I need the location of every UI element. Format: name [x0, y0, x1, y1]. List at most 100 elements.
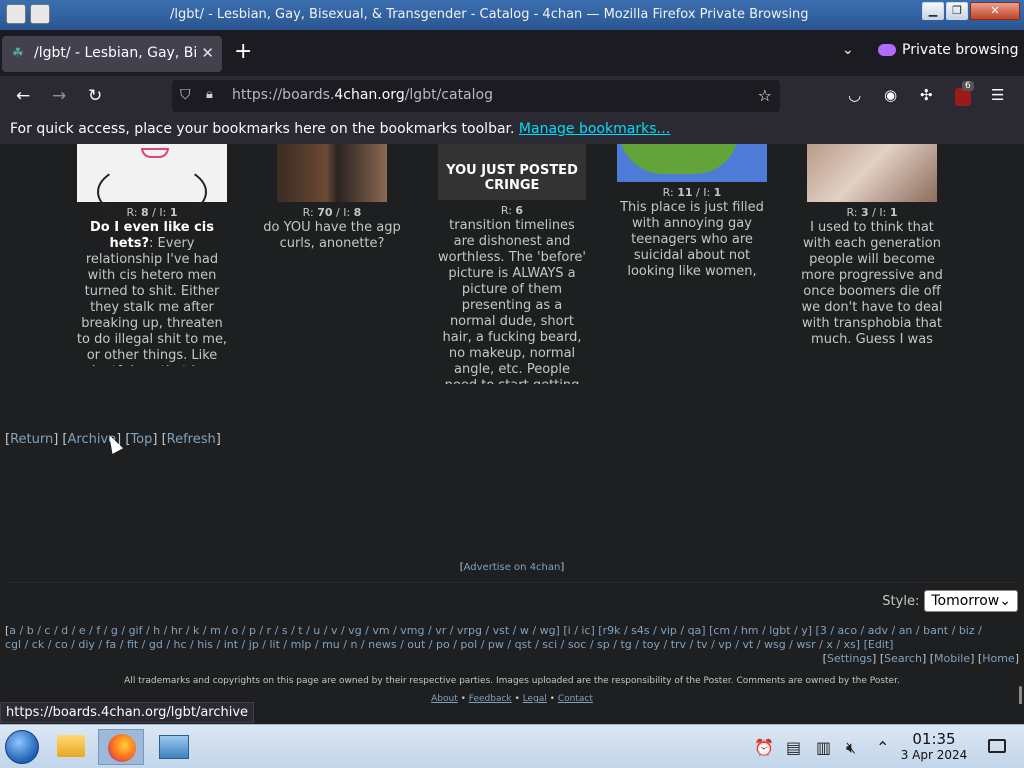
firefox-window: /lgbt/ - Lesbian, Gay, Bisexual, & Trans…	[0, 0, 1024, 768]
settings-link[interactable]: Settings	[827, 652, 872, 665]
private-browsing-indicator: Private browsing	[878, 42, 1019, 58]
chevron-down-icon: ⌄	[999, 593, 1011, 609]
control-panel-icon	[159, 735, 189, 759]
new-tab-button[interactable]: +	[234, 40, 252, 64]
style-label: Style:	[882, 593, 920, 609]
close-tab-icon[interactable]: ✕	[201, 44, 214, 62]
tab-title: /lgbt/ - Lesbian, Gay, Bisexual	[34, 45, 198, 61]
window-pin-icon[interactable]	[30, 4, 50, 24]
page-scrollbar[interactable]	[1019, 686, 1022, 704]
catalog-thread: R: 8 / I: 1 Do I even like cis hets?: Ev…	[76, 144, 228, 366]
taskbar: ⏰ ▤ ▥ 🔇︎ ⌃ 01:35 3 Apr 2024	[0, 724, 1024, 768]
window-titlebar: /lgbt/ - Lesbian, Gay, Bisexual, & Trans…	[0, 0, 1024, 30]
back-arrow-icon[interactable]: ←	[16, 86, 30, 106]
thread-stats: R: 11 / I: 1	[662, 186, 722, 199]
top-link[interactable]: Top	[130, 432, 152, 447]
tray-expand-chevron-up-icon[interactable]: ⌃	[876, 738, 889, 757]
thread-teaser: This place is just filled with annoying …	[620, 200, 764, 279]
home-link[interactable]: Home	[982, 652, 1014, 665]
feedback-link[interactable]: Feedback	[469, 694, 512, 704]
lips-drawing	[141, 148, 169, 158]
clock-time: 01:35	[912, 730, 956, 748]
advertise-link[interactable]: Advertise on 4chan	[464, 562, 561, 573]
thread-stats: R: 3 / I: 1	[846, 206, 898, 219]
board-list-tools: [Settings] [Search] [Mobile] [Home]	[822, 652, 1019, 665]
window-title: /lgbt/ - Lesbian, Gay, Bisexual, & Trans…	[170, 7, 809, 22]
bookmarks-prompt: For quick access, place your bookmarks h…	[10, 121, 515, 137]
thread-thumbnail[interactable]	[807, 144, 937, 202]
system-clock[interactable]: 01:35 3 Apr 2024	[900, 731, 968, 763]
manage-bookmarks-link[interactable]: Manage bookmarks…	[519, 121, 671, 137]
style-select[interactable]: Tomorrow ⌄	[924, 590, 1018, 612]
forward-arrow-icon[interactable]: →	[52, 86, 66, 106]
taskbar-control-panel[interactable]	[150, 729, 196, 765]
titlebar-app-icons	[6, 4, 50, 24]
navigation-toolbar: ← → ↻ ⛉ 🔒︎ https://boards.4chan.org/lgbt…	[0, 76, 1024, 116]
face-outline-drawing	[97, 162, 207, 222]
clipboard-icon[interactable]: ▥	[816, 738, 831, 757]
catalog-thread: R: 70 / I: 8 do YOU have the agp curls, …	[257, 144, 407, 260]
folder-icon	[57, 735, 85, 757]
catalog-thread: R: 11 / I: 1 This place is just filled w…	[613, 144, 771, 280]
taskbar-firefox[interactable]	[98, 729, 144, 765]
url-bar[interactable]: ⛉ 🔒︎ https://boards.4chan.org/lgbt/catal…	[172, 80, 780, 112]
thread-thumbnail[interactable]	[277, 144, 387, 202]
copyright-disclaimer: All trademarks and copyrights on this pa…	[124, 676, 900, 686]
hamburger-menu-icon[interactable]: ☰	[991, 86, 1004, 104]
refresh-link[interactable]: Refresh	[167, 432, 216, 447]
legal-link[interactable]: Legal	[523, 694, 547, 704]
volume-muted-icon[interactable]: 🔇︎	[846, 738, 856, 758]
list-all-tabs-chevron-down-icon[interactable]: ⌄	[842, 42, 854, 58]
tab-strip: ☘ /lgbt/ - Lesbian, Gay, Bisexual ✕ + ⌄ …	[0, 30, 1024, 76]
url-text[interactable]: https://boards.4chan.org/lgbt/catalog	[232, 87, 493, 103]
search-link[interactable]: Search	[884, 652, 922, 665]
lock-icon[interactable]: 🔒︎	[206, 87, 213, 102]
thread-thumbnail[interactable]	[77, 144, 227, 222]
board-list: [a / b / c / d / e / f / g / gif / h / h…	[5, 624, 1019, 666]
thread-teaser: do YOU have the agp curls, anonette?	[263, 220, 401, 251]
board-list-line[interactable]: cgl / ck / co / diy / fa / fit / gd / hc…	[5, 638, 1019, 652]
contact-link[interactable]: Contact	[558, 694, 593, 704]
thread-stats: R: 6	[500, 204, 524, 217]
clock-date: 3 Apr 2024	[900, 748, 968, 762]
firefox-icon	[108, 734, 136, 762]
notes-icon[interactable]: ▤	[786, 738, 801, 757]
catalog-thread: YOU JUST POSTED CRINGE R: 6 transition t…	[437, 144, 587, 384]
style-selector: Style: Tomorrow ⌄	[882, 590, 1018, 612]
advertise-notice: [Advertise on 4chan]	[459, 562, 565, 573]
thread-stats: R: 70 / I: 8	[302, 206, 362, 219]
link-status-tooltip: https://boards.4chan.org/lgbt/archive	[0, 702, 255, 723]
return-link[interactable]: Return	[10, 432, 53, 447]
thread-thumbnail[interactable]: YOU JUST POSTED CRINGE	[438, 144, 586, 200]
extensions-puzzle-icon[interactable]: ✣	[920, 86, 933, 104]
thread-teaser: I used to think that with each generatio…	[801, 220, 943, 350]
thread-teaser: Do I even like cis hets?: Every relation…	[76, 220, 228, 366]
catalog-page: R: 8 / I: 1 Do I even like cis hets?: Ev…	[0, 144, 1024, 704]
bookmarks-toolbar: For quick access, place your bookmarks h…	[0, 116, 1024, 144]
about-link[interactable]: About	[431, 694, 458, 704]
thread-teaser: transition timelines are dishonest and w…	[438, 218, 586, 384]
tab-lgbt-catalog[interactable]: ☘ /lgbt/ - Lesbian, Gay, Bisexual ✕	[2, 36, 222, 72]
bookmark-star-icon[interactable]: ☆	[758, 86, 772, 105]
tracking-protection-shield-icon[interactable]: ⛉	[180, 87, 191, 103]
pocket-icon[interactable]: ◡	[848, 86, 861, 104]
close-window-button[interactable]: ✕	[970, 2, 1020, 20]
thread-thumbnail[interactable]	[617, 144, 767, 182]
minimize-button[interactable]: ▁	[922, 2, 944, 20]
taskbar-file-manager[interactable]	[48, 729, 94, 765]
private-browsing-label: Private browsing	[902, 42, 1019, 58]
catalog-thread: R: 3 / I: 1 I used to think that with ea…	[797, 144, 947, 350]
window-menu-icon[interactable]	[6, 4, 26, 24]
mobile-link[interactable]: Mobile	[934, 652, 970, 665]
alarm-bell-icon[interactable]: ⏰	[754, 738, 774, 757]
divider	[6, 582, 1018, 583]
clover-favicon-icon: ☘	[12, 46, 24, 61]
account-icon[interactable]: ◉	[884, 86, 897, 104]
frog-image	[619, 144, 739, 174]
private-mask-icon	[878, 44, 896, 56]
board-list-line[interactable]: [a / b / c / d / e / f / g / gif / h / h…	[5, 624, 1019, 638]
start-menu-button[interactable]	[5, 730, 39, 764]
reload-icon[interactable]: ↻	[88, 86, 102, 106]
show-desktop-icon[interactable]	[988, 739, 1006, 753]
maximize-button[interactable]: ❐	[946, 2, 968, 20]
